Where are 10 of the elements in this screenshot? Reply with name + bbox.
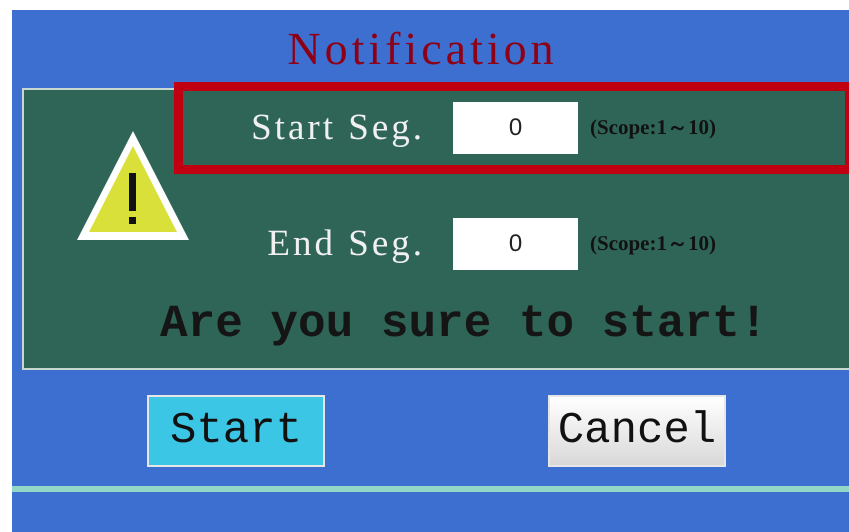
- dialog-title: Notification: [287, 22, 558, 76]
- number-field[interactable]: 0: [453, 102, 578, 154]
- start-button[interactable]: Start: [147, 395, 325, 467]
- cancel-button[interactable]: Cancel: [548, 395, 726, 467]
- scope-hint: (Scope:1～10): [590, 230, 716, 258]
- field-label: Start Seg.: [250, 106, 425, 150]
- number-field[interactable]: 0: [453, 218, 578, 270]
- confirm-message: Are you sure to start!: [160, 297, 768, 352]
- scope-hint: (Scope:1～10): [590, 114, 716, 142]
- field-label: End Seg.: [266, 222, 425, 266]
